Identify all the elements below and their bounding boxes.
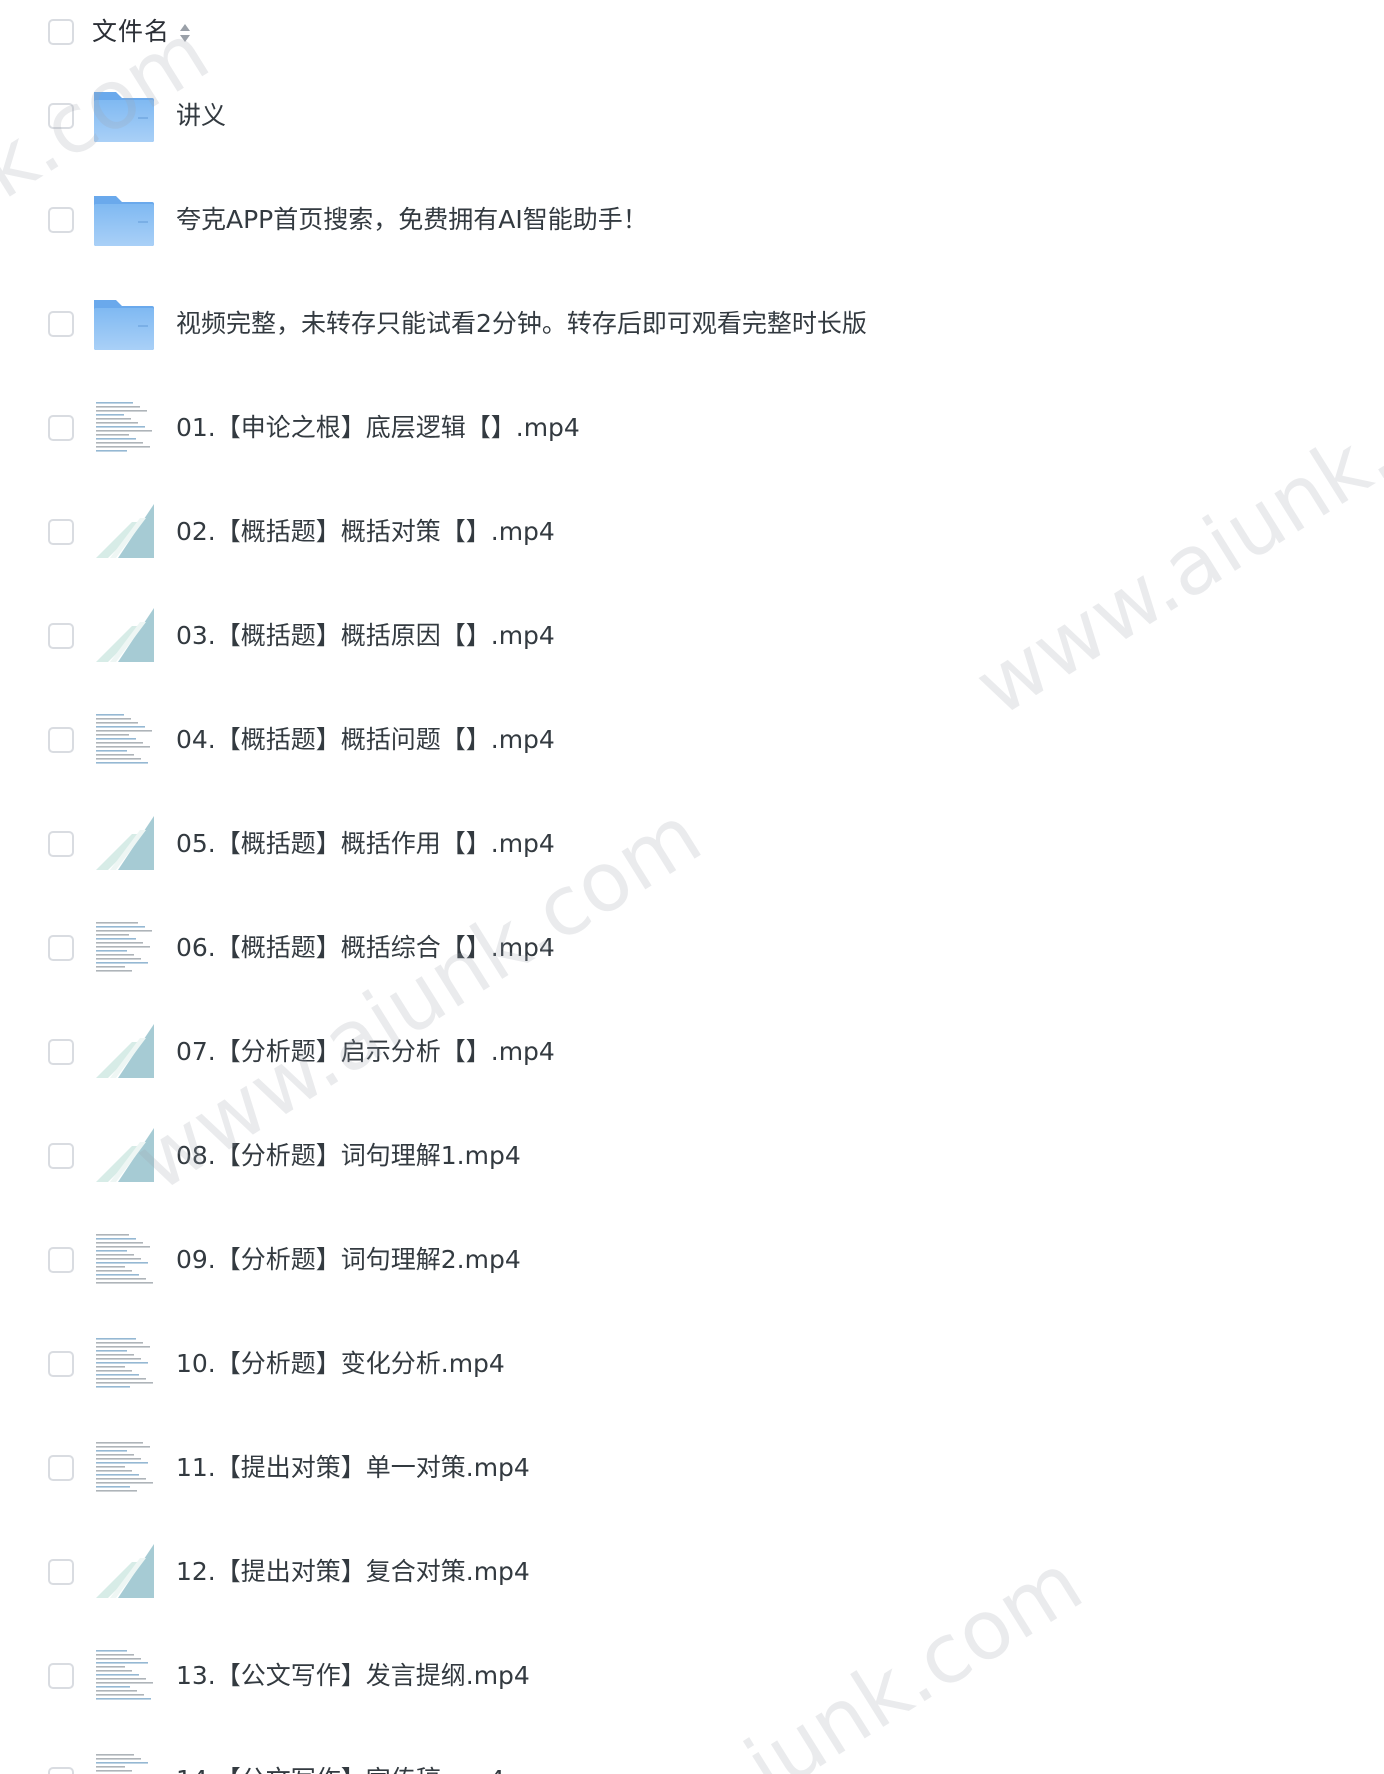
- file-row[interactable]: 13.【公文写作】发言提纲.mp4: [0, 1624, 1384, 1728]
- row-checkbox[interactable]: [48, 1767, 74, 1774]
- folder-row[interactable]: 视频完整，未转存只能试看2分钟。转存后即可观看完整时长版: [0, 272, 1384, 376]
- video-thumbnail-icon: [92, 396, 156, 460]
- row-checkbox[interactable]: [48, 1351, 74, 1377]
- file-row[interactable]: 03.【概括题】概括原因【】.mp4: [0, 584, 1384, 688]
- file-name[interactable]: 讲义: [176, 96, 226, 136]
- file-name[interactable]: 04.【概括题】概括问题【】.mp4: [176, 720, 555, 760]
- file-name[interactable]: 09.【分析题】词句理解2.mp4: [176, 1240, 521, 1280]
- row-checkbox[interactable]: [48, 207, 74, 233]
- file-row[interactable]: 04.【概括题】概括问题【】.mp4: [0, 688, 1384, 792]
- video-thumbnail-icon: [92, 1748, 156, 1774]
- video-thumbnail-icon: [92, 604, 156, 668]
- row-checkbox[interactable]: [48, 1247, 74, 1273]
- file-name[interactable]: 05.【概括题】概括作用【】.mp4: [176, 824, 555, 864]
- video-thumbnail-icon: [92, 1644, 156, 1708]
- row-checkbox[interactable]: [48, 1559, 74, 1585]
- row-checkbox[interactable]: [48, 519, 74, 545]
- filename-column-header[interactable]: 文件名: [92, 14, 170, 50]
- file-row[interactable]: 11.【提出对策】单一对策.mp4: [0, 1416, 1384, 1520]
- folder-icon: [92, 292, 156, 356]
- video-thumbnail-icon: [92, 708, 156, 772]
- row-checkbox[interactable]: [48, 623, 74, 649]
- file-name[interactable]: 14.【公文写作】宣传稿.mp4: [176, 1760, 505, 1774]
- row-checkbox[interactable]: [48, 1663, 74, 1689]
- row-checkbox[interactable]: [48, 415, 74, 441]
- row-checkbox[interactable]: [48, 1455, 74, 1481]
- file-name[interactable]: 夸克APP首页搜索，免费拥有AI智能助手！: [176, 200, 648, 240]
- sort-icon[interactable]: [178, 22, 192, 44]
- row-checkbox[interactable]: [48, 935, 74, 961]
- row-checkbox[interactable]: [48, 831, 74, 857]
- file-row[interactable]: 01.【申论之根】底层逻辑【】.mp4: [0, 376, 1384, 480]
- video-thumbnail-icon: [92, 812, 156, 876]
- video-thumbnail-icon: [92, 500, 156, 564]
- file-row[interactable]: 12.【提出对策】复合对策.mp4: [0, 1520, 1384, 1624]
- file-name[interactable]: 02.【概括题】概括对策【】.mp4: [176, 512, 555, 552]
- video-thumbnail-icon: [92, 916, 156, 980]
- folder-icon: [92, 84, 156, 148]
- file-name[interactable]: 06.【概括题】概括综合【】.mp4: [176, 928, 555, 968]
- file-name[interactable]: 11.【提出对策】单一对策.mp4: [176, 1448, 530, 1488]
- select-all-checkbox[interactable]: [48, 19, 74, 45]
- file-row[interactable]: 09.【分析题】词句理解2.mp4: [0, 1208, 1384, 1312]
- file-row[interactable]: 02.【概括题】概括对策【】.mp4: [0, 480, 1384, 584]
- video-thumbnail-icon: [92, 1436, 156, 1500]
- folder-row[interactable]: 夸克APP首页搜索，免费拥有AI智能助手！: [0, 168, 1384, 272]
- row-checkbox[interactable]: [48, 103, 74, 129]
- folder-row[interactable]: 讲义: [0, 64, 1384, 168]
- file-row[interactable]: 10.【分析题】变化分析.mp4: [0, 1312, 1384, 1416]
- file-row[interactable]: 08.【分析题】词句理解1.mp4: [0, 1104, 1384, 1208]
- video-thumbnail-icon: [92, 1020, 156, 1084]
- list-header: 文件名: [0, 0, 1384, 66]
- file-name[interactable]: 07.【分析题】启示分析【】.mp4: [176, 1032, 555, 1072]
- file-row[interactable]: 07.【分析题】启示分析【】.mp4: [0, 1000, 1384, 1104]
- file-name[interactable]: 10.【分析题】变化分析.mp4: [176, 1344, 505, 1384]
- row-checkbox[interactable]: [48, 1143, 74, 1169]
- file-row[interactable]: 05.【概括题】概括作用【】.mp4: [0, 792, 1384, 896]
- video-thumbnail-icon: [92, 1228, 156, 1292]
- file-name[interactable]: 13.【公文写作】发言提纲.mp4: [176, 1656, 530, 1696]
- video-thumbnail-icon: [92, 1332, 156, 1396]
- file-list-page: 文件名 讲义夸克APP首页搜索，免费拥有AI智能助手！ 视频完整，未转存只能试看2…: [0, 0, 1384, 1774]
- video-thumbnail-icon: [92, 1540, 156, 1604]
- row-checkbox[interactable]: [48, 311, 74, 337]
- folder-icon: [92, 188, 156, 252]
- file-name[interactable]: 03.【概括题】概括原因【】.mp4: [176, 616, 555, 656]
- row-checkbox[interactable]: [48, 1039, 74, 1065]
- video-thumbnail-icon: [92, 1124, 156, 1188]
- file-name[interactable]: 01.【申论之根】底层逻辑【】.mp4: [176, 408, 580, 448]
- file-name[interactable]: 12.【提出对策】复合对策.mp4: [176, 1552, 530, 1592]
- file-row[interactable]: 06.【概括题】概括综合【】.mp4: [0, 896, 1384, 1000]
- file-name[interactable]: 08.【分析题】词句理解1.mp4: [176, 1136, 521, 1176]
- row-checkbox[interactable]: [48, 727, 74, 753]
- file-name[interactable]: 视频完整，未转存只能试看2分钟。转存后即可观看完整时长版: [176, 304, 867, 344]
- file-row[interactable]: 14.【公文写作】宣传稿.mp4: [0, 1728, 1384, 1774]
